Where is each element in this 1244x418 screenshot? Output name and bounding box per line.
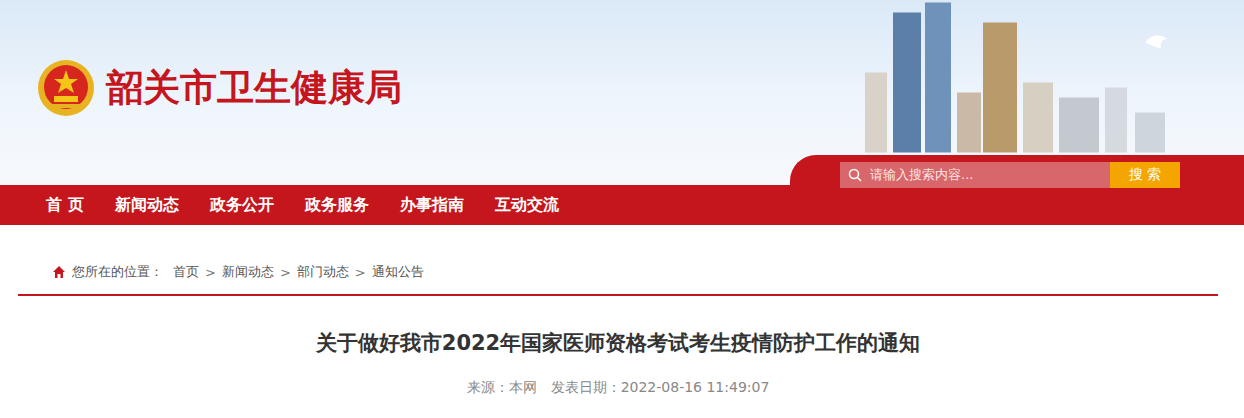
date: 2022-08-16 11:49:07 bbox=[621, 379, 770, 395]
brand[interactable]: 韶关市卫生健康局 bbox=[0, 0, 402, 185]
article-title: 关于做好我市2022年国家医师资格考试考生疫情防护工作的通知 bbox=[18, 328, 1218, 358]
breadcrumb-link[interactable]: 通知公告 bbox=[372, 263, 424, 281]
home-icon bbox=[52, 265, 66, 279]
source: 本网 bbox=[509, 379, 537, 395]
search-icon bbox=[848, 168, 862, 182]
search-button[interactable]: 搜 索 bbox=[1110, 162, 1180, 188]
search-tab: 请输入搜索内容... 搜 索 bbox=[790, 155, 1244, 185]
nav-item[interactable]: 首 页 bbox=[46, 193, 84, 218]
nav-item[interactable]: 办事指南 bbox=[400, 193, 464, 218]
article-meta: 来源：本网发表日期：2022-08-16 11:49:07 bbox=[18, 377, 1218, 397]
nav-item[interactable]: 政务服务 bbox=[305, 193, 369, 218]
source-label: 来源： bbox=[467, 379, 509, 395]
breadcrumb-separator: > bbox=[205, 265, 216, 280]
national-emblem-icon bbox=[36, 58, 96, 118]
breadcrumb: 您所在的位置： 首页 > 新闻动态 > 部门动态 > 通知公告 bbox=[18, 250, 1218, 296]
search-bar: 请输入搜索内容... 搜 索 bbox=[840, 162, 1180, 188]
date-label: 发表日期： bbox=[551, 379, 621, 395]
main-nav: 首 页 新闻动态 政务公开 政务服务 办事指南 互动交流 bbox=[0, 185, 1244, 225]
breadcrumb-separator: > bbox=[280, 265, 291, 280]
search-field[interactable]: 请输入搜索内容... bbox=[840, 162, 1110, 188]
content: 您所在的位置： 首页 > 新闻动态 > 部门动态 > 通知公告关于做好我市2022年国家医师资… bbox=[18, 225, 1218, 397]
nav-item[interactable]: 互动交流 bbox=[495, 193, 559, 218]
breadcrumb-prefix: 您所在的位置： bbox=[72, 263, 163, 281]
page: 韶关市卫生健康局请输入搜索内容...搜 索首 页新闻动态政务公开政务服务办事指南… bbox=[0, 0, 1244, 418]
nav-item[interactable]: 新闻动态 bbox=[115, 193, 179, 218]
site-title: 韶关市卫生健康局 bbox=[106, 63, 402, 113]
breadcrumb-separator: > bbox=[355, 265, 366, 280]
search-placeholder: 请输入搜索内容... bbox=[870, 166, 973, 184]
banner-right: 请输入搜索内容... 搜 索 bbox=[790, 0, 1244, 185]
header-banner: 韶关市卫生健康局请输入搜索内容... 搜 索 bbox=[0, 0, 1244, 185]
breadcrumb-link[interactable]: 新闻动态 bbox=[222, 263, 274, 281]
city-skyline-icon bbox=[845, 0, 1185, 155]
breadcrumb-link[interactable]: 部门动态 bbox=[297, 263, 349, 281]
breadcrumb-link[interactable]: 首页 bbox=[173, 263, 199, 281]
nav-item[interactable]: 政务公开 bbox=[210, 193, 274, 218]
